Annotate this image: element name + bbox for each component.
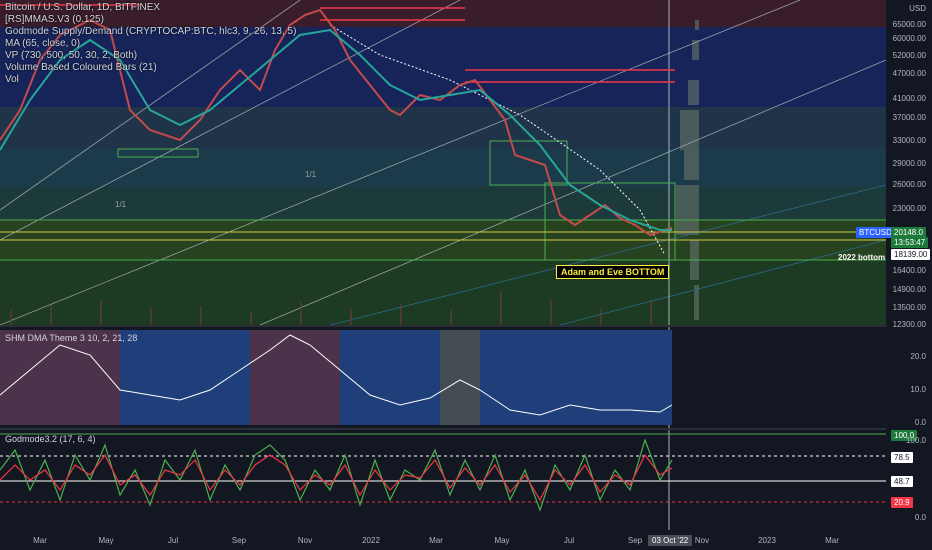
time-label: Jul (167, 536, 179, 545)
price-tick: 29000.00 (892, 159, 926, 168)
shm-pane-title[interactable]: SHM DMA Theme 3 10, 2, 21, 28 (5, 333, 137, 343)
time-label: Sep (231, 536, 247, 545)
indicator-vp[interactable]: VP (730, 500, 50, 30, 2, Both) (5, 50, 137, 62)
shm-tick: 20.0 (910, 352, 926, 361)
current-date-badge: 03 Oct '22 (648, 535, 693, 546)
price-tick: 14900.00 (892, 285, 926, 294)
indicator-vol[interactable]: Vol (5, 74, 19, 86)
price-axis-bg (886, 0, 932, 530)
godmode-osc-green (0, 438, 673, 512)
time-label: 2022 (362, 536, 380, 545)
shm-tick: 0.0 (914, 418, 926, 427)
time-label: Nov (297, 536, 313, 545)
godmode-tick: 0.0 (914, 513, 926, 522)
time-label: Nov (694, 536, 710, 545)
price-tick-highlight: 18139.00 (891, 249, 931, 260)
price-tick: 47000.00 (892, 69, 926, 78)
godmode-osc-red (0, 453, 673, 502)
price-tick: 65000.00 (892, 20, 926, 29)
time-label: Mar (33, 536, 47, 545)
shm-tick: 10.0 (910, 385, 926, 394)
countdown-badge: 13:53:47 (891, 237, 929, 248)
adam-eve-label: Adam and Eve BOTTOM (556, 265, 670, 279)
price-tick: 16400.00 (892, 266, 926, 275)
bottom-2022-label: 2022 bottom (838, 253, 886, 262)
fib-label: 1/1 (115, 200, 127, 209)
godmode-upper-badge: 78.5 (891, 452, 913, 463)
currency-label: USD (909, 4, 926, 13)
price-tick: 23000.00 (892, 204, 926, 213)
price-tick: 13500.00 (892, 303, 926, 312)
price-tick: 52000.00 (892, 51, 926, 60)
symbol-title: Bitcoin / U.S. Dollar, 1D, BITFINEX (5, 2, 161, 13)
price-tick: 26000.00 (892, 180, 926, 189)
indicator-mmas[interactable]: [RS]MMAS.V3 (0.125) (5, 14, 104, 26)
indicator-supply-demand[interactable]: Godmode Supply/Demand (CRYPTOCAP:BTC, hl… (5, 26, 296, 38)
godmode-tick: 100.0 (905, 436, 926, 445)
price-tick: 41000.00 (892, 94, 926, 103)
time-label: May (98, 536, 114, 545)
chart-canvas[interactable] (0, 0, 932, 550)
indicator-volume-bars[interactable]: Volume Based Coloured Bars (21) (5, 62, 157, 74)
time-label: Jul (563, 536, 575, 545)
godmode-pane-title[interactable]: Godmode3.2 (17, 6, 4) (5, 434, 96, 444)
time-axis-bg (0, 530, 932, 550)
symbol-badge: BTCUSD (856, 227, 895, 238)
time-label: Mar (429, 536, 443, 545)
time-label: Mar (825, 536, 839, 545)
price-tick: 37000.00 (892, 113, 926, 122)
price-bands (0, 0, 886, 325)
shm-heatmap (0, 330, 672, 425)
fib-label: 1/1 (305, 170, 317, 179)
time-label: May (494, 536, 510, 545)
time-label: Sep (627, 536, 643, 545)
godmode-low-badge: 20.9 (891, 497, 913, 508)
godmode-mid-badge: 48.7 (891, 476, 913, 487)
price-tick: 60000.00 (892, 34, 926, 43)
price-tick: 33000.00 (892, 136, 926, 145)
indicator-ma[interactable]: MA (65, close, 0) (5, 38, 80, 50)
time-label: 2023 (758, 536, 776, 545)
price-tick: 12300.00 (892, 320, 926, 329)
